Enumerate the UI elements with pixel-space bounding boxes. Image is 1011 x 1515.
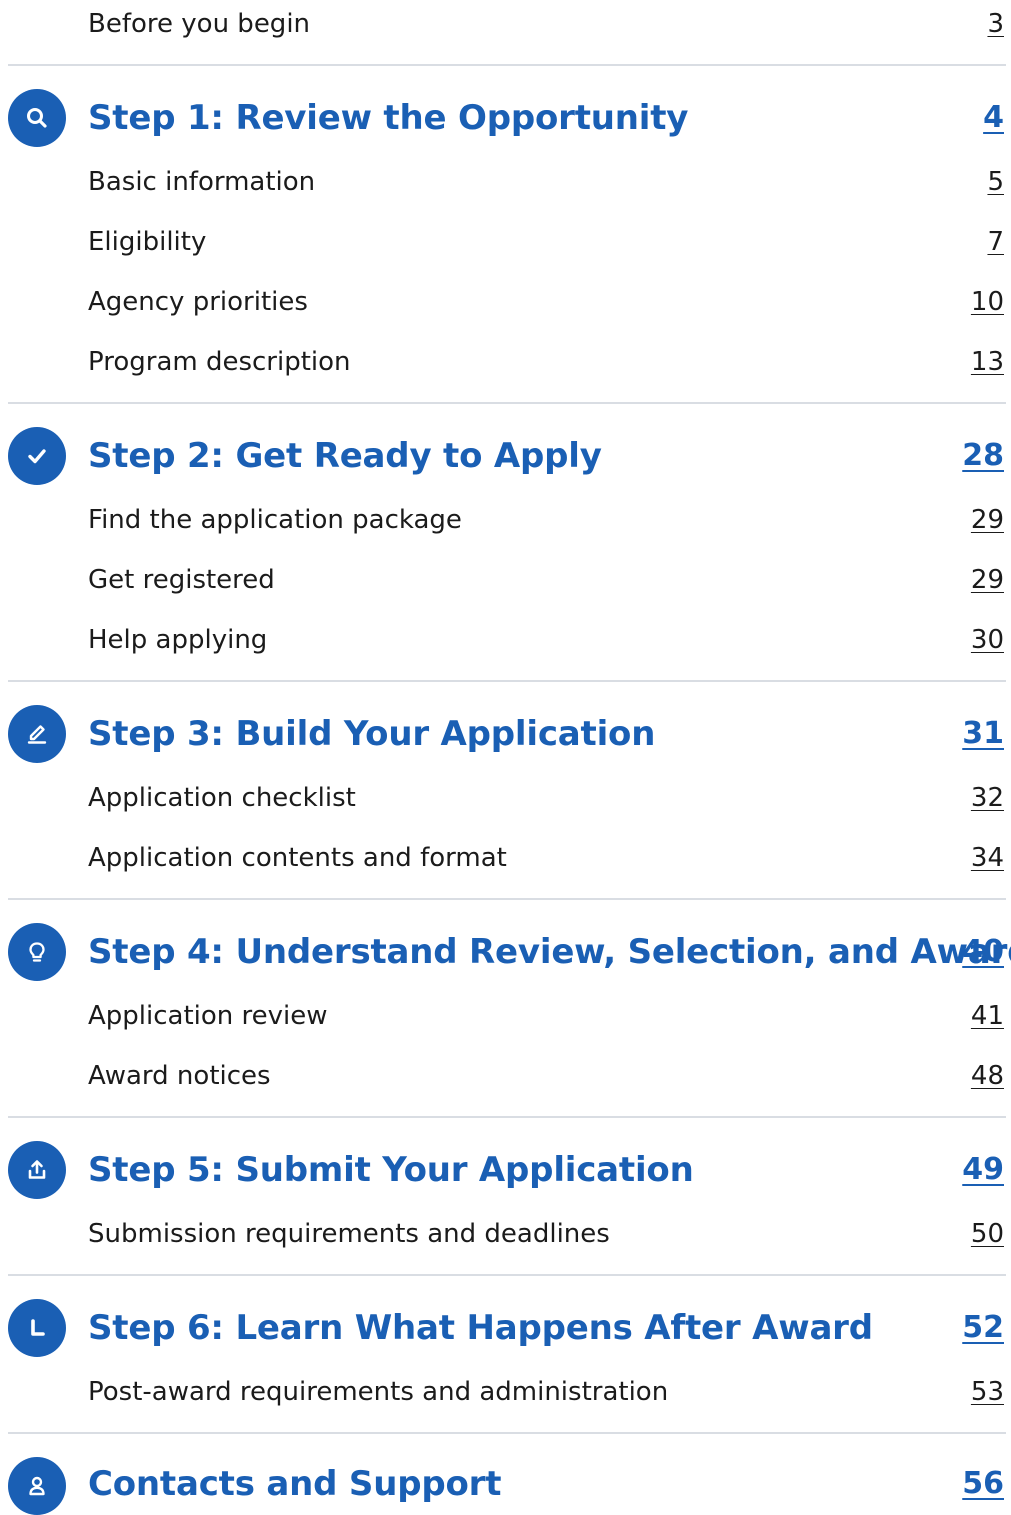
toc-entry-label: Submission requirements and deadlines <box>88 1219 610 1249</box>
toc-entry-label: Eligibility <box>88 227 207 257</box>
clock-icon <box>8 1299 66 1357</box>
toc-entry-page-link[interactable]: 48 <box>971 1061 1004 1091</box>
search-icon <box>8 89 66 147</box>
toc-entry[interactable]: Program description 13 <box>0 346 1011 378</box>
toc-entry[interactable]: Help applying 30 <box>0 624 1011 656</box>
toc-entry-page-link[interactable]: 29 <box>971 565 1004 595</box>
toc-step-page-link[interactable]: 56 <box>962 1464 1004 1504</box>
table-of-contents: Before you begin 3 Step 1: Review the Op… <box>0 0 1011 1515</box>
person-icon <box>8 1457 66 1515</box>
toc-entry[interactable]: Submission requirements and deadlines 50 <box>0 1218 1011 1250</box>
check-icon <box>8 427 66 485</box>
toc-entry-page-link[interactable]: 3 <box>987 9 1004 39</box>
toc-entry[interactable]: Application contents and format 34 <box>0 842 1011 874</box>
toc-entry[interactable]: Find the application package 29 <box>0 504 1011 536</box>
section-divider <box>8 680 1006 682</box>
toc-entry[interactable]: Basic information 5 <box>0 166 1011 198</box>
toc-entry[interactable]: Award notices 48 <box>0 1060 1011 1092</box>
toc-entry-page-link[interactable]: 53 <box>971 1377 1004 1407</box>
toc-entry-page-link[interactable]: 32 <box>971 783 1004 813</box>
toc-step-1[interactable]: Step 1: Review the Opportunity 4 <box>0 89 1011 147</box>
toc-step-title: Step 6: Learn What Happens After Award <box>88 1308 873 1348</box>
toc-entry[interactable]: Post-award requirements and administrati… <box>0 1376 1011 1408</box>
toc-entry-page-link[interactable]: 30 <box>971 625 1004 655</box>
toc-entry-label: Application review <box>88 1001 328 1031</box>
toc-step-title: Step 3: Build Your Application <box>88 714 656 754</box>
toc-entry-label: Agency priorities <box>88 287 308 317</box>
toc-entry-page-link[interactable]: 7 <box>987 227 1004 257</box>
toc-step-2[interactable]: Step 2: Get Ready to Apply 28 <box>0 427 1011 485</box>
toc-entry-page-link[interactable]: 10 <box>971 287 1004 317</box>
toc-contacts-and-support[interactable]: Contacts and Support 56 <box>0 1457 1011 1515</box>
toc-step-page-link[interactable]: 40 <box>962 932 1004 972</box>
section-divider <box>8 402 1006 404</box>
upload-icon <box>8 1141 66 1199</box>
toc-step-page-link[interactable]: 28 <box>962 436 1004 476</box>
toc-step-title: Step 4: Understand Review, Selection, an… <box>88 932 1011 972</box>
toc-entry-label: Post-award requirements and administrati… <box>88 1377 669 1407</box>
toc-step-title: Contacts and Support <box>88 1464 502 1504</box>
toc-step-3[interactable]: Step 3: Build Your Application 31 <box>0 705 1011 763</box>
pencil-icon <box>8 705 66 763</box>
toc-entry-page-link[interactable]: 13 <box>971 347 1004 377</box>
toc-entry-page-link[interactable]: 29 <box>971 505 1004 535</box>
toc-entry-page-link[interactable]: 41 <box>971 1001 1004 1031</box>
toc-entry[interactable]: Get registered 29 <box>0 564 1011 596</box>
toc-step-page-link[interactable]: 52 <box>962 1308 1004 1348</box>
toc-step-5[interactable]: Step 5: Submit Your Application 49 <box>0 1141 1011 1199</box>
toc-step-6[interactable]: Step 6: Learn What Happens After Award 5… <box>0 1299 1011 1357</box>
section-divider <box>8 1274 1006 1276</box>
toc-entry-page-link[interactable]: 5 <box>987 167 1004 197</box>
toc-entry[interactable]: Eligibility 7 <box>0 226 1011 258</box>
toc-entry-label: Help applying <box>88 625 268 655</box>
lightbulb-icon <box>8 923 66 981</box>
toc-entry[interactable]: Application checklist 32 <box>0 782 1011 814</box>
toc-entry-label: Award notices <box>88 1061 271 1091</box>
toc-entry[interactable]: Application review 41 <box>0 1000 1011 1032</box>
section-divider <box>8 64 1006 66</box>
section-divider <box>8 898 1006 900</box>
toc-entry-label: Basic information <box>88 167 316 197</box>
toc-entry-before-you-begin[interactable]: Before you begin 3 <box>0 8 1011 40</box>
toc-entry-label: Application checklist <box>88 783 356 813</box>
toc-step-page-link[interactable]: 4 <box>983 98 1004 138</box>
toc-entry-page-link[interactable]: 50 <box>971 1219 1004 1249</box>
toc-entry-label: Get registered <box>88 565 275 595</box>
toc-entry[interactable]: Agency priorities 10 <box>0 286 1011 318</box>
toc-step-title: Step 1: Review the Opportunity <box>88 98 689 138</box>
toc-entry-label: Before you begin <box>88 9 311 39</box>
toc-step-title: Step 5: Submit Your Application <box>88 1150 694 1190</box>
section-divider <box>8 1116 1006 1118</box>
toc-entry-page-link[interactable]: 34 <box>971 843 1004 873</box>
toc-step-title: Step 2: Get Ready to Apply <box>88 436 602 476</box>
toc-step-page-link[interactable]: 31 <box>962 714 1004 754</box>
section-divider <box>8 1432 1006 1434</box>
toc-step-page-link[interactable]: 49 <box>962 1150 1004 1190</box>
toc-entry-label: Application contents and format <box>88 843 507 873</box>
toc-entry-label: Program description <box>88 347 351 377</box>
toc-step-4[interactable]: Step 4: Understand Review, Selection, an… <box>0 923 1011 981</box>
toc-entry-label: Find the application package <box>88 505 462 535</box>
